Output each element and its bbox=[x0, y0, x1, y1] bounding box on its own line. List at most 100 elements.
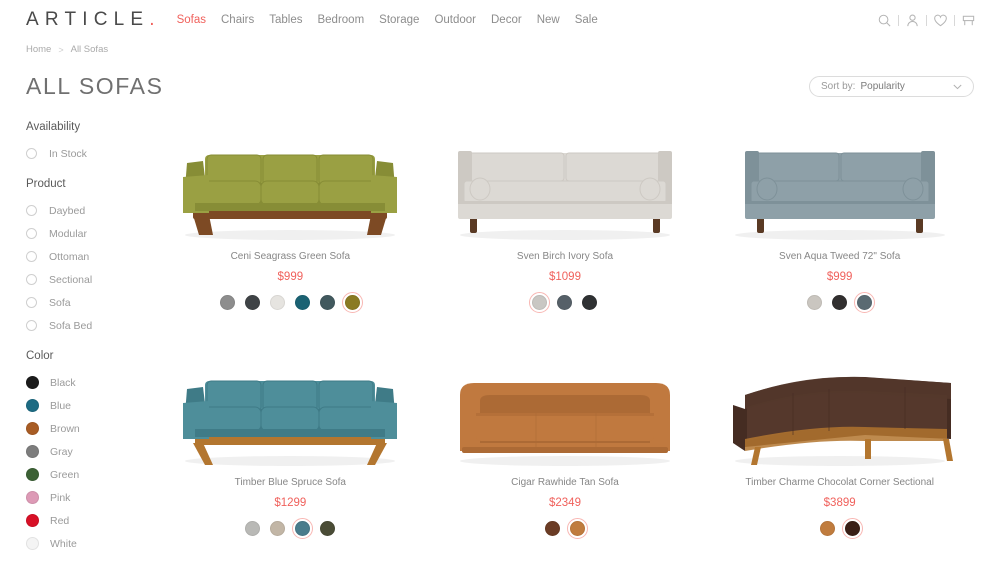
product-swatch[interactable] bbox=[817, 518, 838, 539]
product-swatch[interactable] bbox=[242, 292, 263, 313]
swatch-dot bbox=[220, 295, 236, 310]
radio-icon bbox=[26, 297, 37, 308]
search-icon[interactable] bbox=[877, 13, 892, 28]
filter-title-color: Color bbox=[26, 350, 54, 362]
product-image-sectional[interactable] bbox=[705, 343, 974, 468]
sort-by-dropdown[interactable]: Sort by: Popularity bbox=[809, 76, 974, 97]
product-card[interactable]: Sven Birch Ivory Sofa $1099 bbox=[431, 117, 700, 343]
product-name[interactable]: Timber Charme Chocolat Corner Sectional bbox=[745, 477, 934, 488]
filter-option-daybed[interactable]: Daybed bbox=[26, 199, 156, 222]
product-swatch-selected[interactable] bbox=[292, 518, 314, 539]
swatch-dot bbox=[582, 295, 598, 310]
color-swatch-pink bbox=[26, 491, 39, 504]
product-swatch[interactable] bbox=[267, 292, 288, 313]
nav-item-tables[interactable]: Tables bbox=[269, 14, 302, 26]
chevron-down-icon bbox=[953, 84, 962, 89]
product-swatch[interactable] bbox=[542, 518, 563, 539]
radio-icon bbox=[26, 320, 37, 331]
swatch-dot bbox=[245, 295, 261, 310]
filter-option-red[interactable]: Red bbox=[26, 509, 156, 532]
nav-item-decor[interactable]: Decor bbox=[491, 14, 522, 26]
product-swatch[interactable] bbox=[267, 518, 288, 539]
product-swatch[interactable] bbox=[292, 292, 313, 313]
nav-item-storage[interactable]: Storage bbox=[379, 14, 419, 26]
product-swatch[interactable] bbox=[217, 292, 238, 313]
breadcrumb-home[interactable]: Home bbox=[26, 44, 51, 55]
wishlist-heart-icon[interactable] bbox=[933, 13, 948, 28]
swatch-dot bbox=[569, 521, 585, 536]
filter-option-sofa[interactable]: Sofa bbox=[26, 291, 156, 314]
account-icon[interactable] bbox=[905, 13, 920, 28]
product-card[interactable]: Timber Blue Spruce Sofa $1299 bbox=[156, 343, 425, 567]
filter-option-in-stock[interactable]: In Stock bbox=[26, 142, 156, 165]
nav-item-bedroom[interactable]: Bedroom bbox=[317, 14, 364, 26]
product-swatch-selected[interactable] bbox=[841, 518, 863, 539]
product-image-cigar[interactable] bbox=[431, 343, 700, 468]
product-swatch[interactable] bbox=[554, 292, 575, 313]
product-image-timber[interactable] bbox=[156, 343, 425, 468]
nav-item-sofas[interactable]: Sofas bbox=[177, 14, 206, 26]
product-name[interactable]: Sven Aqua Tweed 72" Sofa bbox=[779, 251, 900, 262]
main-nav: Sofas Chairs Tables Bedroom Storage Outdoor De… bbox=[177, 14, 598, 26]
swatch-dot bbox=[320, 295, 336, 310]
product-card[interactable]: Cigar Rawhide Tan Sofa $2349 bbox=[431, 343, 700, 567]
product-grid: Ceni Seagrass Green Sofa $999 Sven Birch … bbox=[156, 117, 974, 567]
swatch-dot bbox=[844, 521, 860, 536]
nav-item-sale[interactable]: Sale bbox=[575, 14, 598, 26]
filter-option-label: Sofa Bed bbox=[49, 319, 93, 332]
site-header: ARTICLE. Sofas Chairs Tables Bedroom Storage… bbox=[0, 0, 1000, 40]
filter-group-color: Color Black Blue Brown Gray Green Pink Red White bbox=[26, 350, 156, 555]
product-image-ceni[interactable] bbox=[156, 117, 425, 242]
product-swatch[interactable] bbox=[829, 292, 850, 313]
product-image-sven[interactable] bbox=[431, 117, 700, 242]
filter-option-label: Pink bbox=[50, 491, 71, 504]
breadcrumb-current: All Sofas bbox=[70, 44, 109, 55]
product-swatch-selected[interactable] bbox=[342, 292, 364, 313]
product-swatch-selected[interactable] bbox=[529, 292, 551, 313]
nav-item-chairs[interactable]: Chairs bbox=[221, 14, 254, 26]
product-price: $2349 bbox=[549, 497, 581, 509]
product-swatch[interactable] bbox=[579, 292, 600, 313]
product-name[interactable]: Ceni Seagrass Green Sofa bbox=[231, 251, 351, 262]
product-name[interactable]: Timber Blue Spruce Sofa bbox=[235, 477, 346, 488]
swatch-dot bbox=[819, 521, 835, 536]
filter-option-modular[interactable]: Modular bbox=[26, 222, 156, 245]
product-card[interactable]: Sven Aqua Tweed 72" Sofa $999 bbox=[705, 117, 974, 343]
product-name[interactable]: Cigar Rawhide Tan Sofa bbox=[511, 477, 619, 488]
nav-item-new[interactable]: New bbox=[537, 14, 560, 26]
product-card[interactable]: Timber Charme Chocolat Corner Sectional $… bbox=[705, 343, 974, 567]
filter-option-pink[interactable]: Pink bbox=[26, 486, 156, 509]
filter-option-black[interactable]: Black bbox=[26, 371, 156, 394]
filter-option-sectional[interactable]: Sectional bbox=[26, 268, 156, 291]
product-swatch-group bbox=[817, 518, 863, 539]
product-image-sven-narrow[interactable] bbox=[705, 117, 974, 242]
product-swatch-selected[interactable] bbox=[566, 518, 588, 539]
swatch-dot bbox=[544, 521, 560, 536]
product-swatch-selected[interactable] bbox=[854, 292, 876, 313]
filter-option-green[interactable]: Green bbox=[26, 463, 156, 486]
swatch-dot bbox=[245, 521, 261, 536]
product-swatch[interactable] bbox=[804, 292, 825, 313]
filter-option-ottoman[interactable]: Ottoman bbox=[26, 245, 156, 268]
filter-group-availability: Availability In Stock bbox=[26, 121, 156, 165]
product-name[interactable]: Sven Birch Ivory Sofa bbox=[517, 251, 613, 262]
site-logo[interactable]: ARTICLE. bbox=[26, 9, 155, 31]
filter-option-white[interactable]: White bbox=[26, 532, 156, 555]
filter-option-brown[interactable]: Brown bbox=[26, 417, 156, 440]
filter-option-blue[interactable]: Blue bbox=[26, 394, 156, 417]
product-swatch-group bbox=[542, 518, 588, 539]
cart-icon[interactable] bbox=[961, 13, 976, 28]
product-swatch[interactable] bbox=[317, 518, 338, 539]
color-swatch-blue bbox=[26, 399, 39, 412]
product-card[interactable]: Ceni Seagrass Green Sofa $999 bbox=[156, 117, 425, 343]
filter-option-sofa-bed[interactable]: Sofa Bed bbox=[26, 314, 156, 337]
product-swatch-group bbox=[529, 292, 600, 313]
nav-item-outdoor[interactable]: Outdoor bbox=[434, 14, 476, 26]
product-swatch[interactable] bbox=[242, 518, 263, 539]
swatch-dot bbox=[295, 521, 311, 536]
filter-option-label: Sectional bbox=[49, 273, 93, 286]
product-swatch[interactable] bbox=[317, 292, 338, 313]
header-icon-group bbox=[877, 13, 976, 28]
filter-option-gray[interactable]: Gray bbox=[26, 440, 156, 463]
swatch-dot bbox=[557, 295, 573, 310]
